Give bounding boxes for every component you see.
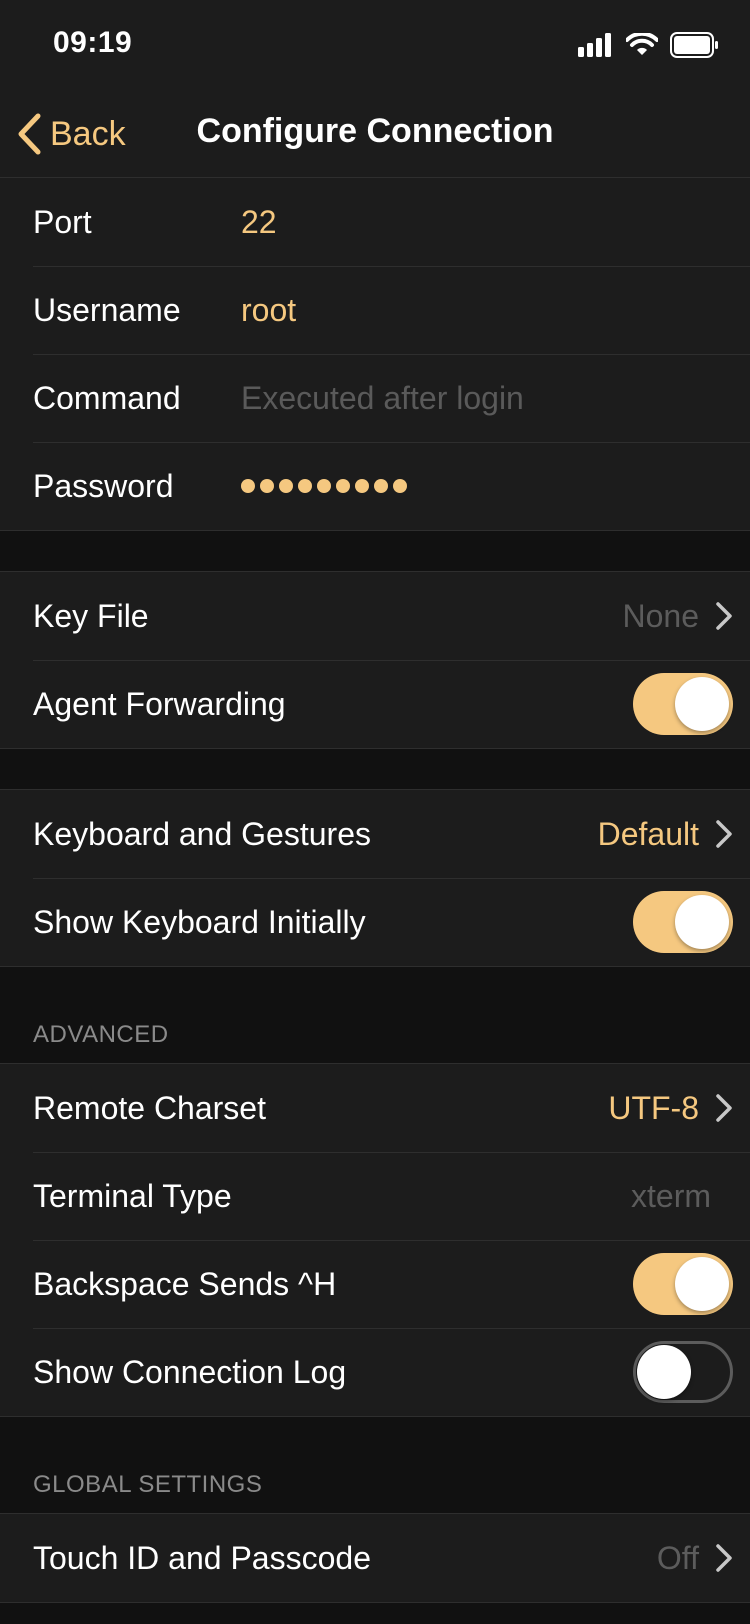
chevron-right-icon: [716, 602, 732, 630]
chevron-right-icon: [716, 1094, 732, 1122]
global-group: Touch ID and Passcode Off: [0, 1513, 750, 1603]
terminal-type-row[interactable]: Terminal Type xterm: [0, 1152, 750, 1240]
password-field[interactable]: [241, 479, 407, 493]
username-field[interactable]: root: [241, 292, 296, 329]
backspace-row: Backspace Sends ^H: [0, 1240, 750, 1328]
page-title: Configure Connection: [196, 112, 554, 150]
connection-log-label: Show Connection Log: [33, 1353, 347, 1390]
connection-log-toggle[interactable]: [633, 1341, 733, 1403]
terminal-type-field[interactable]: xterm: [631, 1178, 711, 1215]
settings-list: Port 22 Username root Command Executed a…: [0, 178, 750, 1603]
toggle-knob: [637, 1345, 691, 1399]
password-dot: [374, 479, 388, 493]
signal-icon: [578, 33, 611, 57]
touch-id-label: Touch ID and Passcode: [33, 1539, 371, 1576]
key-file-row[interactable]: Key File None: [0, 572, 750, 660]
advanced-section-header: ADVANCED: [0, 967, 750, 1063]
command-label: Command: [33, 379, 181, 416]
password-dot: [241, 479, 255, 493]
chevron-right-icon: [716, 820, 732, 848]
advanced-header-label: ADVANCED: [33, 1021, 169, 1048]
navigation-bar: Back Configure Connection: [0, 90, 750, 178]
username-row[interactable]: Username root: [0, 266, 750, 354]
show-keyboard-label: Show Keyboard Initially: [33, 903, 366, 940]
remote-charset-value: UTF-8: [608, 1089, 699, 1126]
battery-icon: [670, 32, 718, 58]
status-bar: 09:19: [0, 0, 750, 90]
status-time: 09:19: [53, 26, 133, 59]
agent-forwarding-label: Agent Forwarding: [33, 685, 286, 722]
command-field[interactable]: Executed after login: [241, 380, 524, 417]
wifi-icon: [626, 33, 658, 55]
password-dot: [393, 479, 407, 493]
port-field[interactable]: 22: [241, 204, 277, 241]
password-dot: [279, 479, 293, 493]
agent-forwarding-row: Agent Forwarding: [0, 660, 750, 748]
port-row[interactable]: Port 22: [0, 178, 750, 266]
touch-id-value: Off: [656, 1539, 699, 1576]
keyboard-gestures-row[interactable]: Keyboard and Gestures Default: [0, 790, 750, 878]
command-row[interactable]: Command Executed after login: [0, 354, 750, 442]
global-header-label: GLOBAL SETTINGS: [33, 1471, 263, 1498]
password-row[interactable]: Password: [0, 442, 750, 530]
backspace-label: Backspace Sends ^H: [33, 1265, 337, 1302]
show-keyboard-toggle[interactable]: [633, 891, 733, 953]
username-label: Username: [33, 291, 181, 328]
toggle-knob: [675, 1257, 729, 1311]
keyboard-group: Keyboard and Gestures Default Show Keybo…: [0, 789, 750, 967]
show-keyboard-row: Show Keyboard Initially: [0, 878, 750, 966]
password-dot: [298, 479, 312, 493]
backspace-toggle[interactable]: [633, 1253, 733, 1315]
status-icons: [578, 30, 720, 60]
password-label: Password: [33, 467, 174, 504]
auth-group: Key File None Agent Forwarding: [0, 571, 750, 749]
touch-id-row[interactable]: Touch ID and Passcode Off: [0, 1514, 750, 1602]
password-dot: [260, 479, 274, 493]
remote-charset-label: Remote Charset: [33, 1089, 266, 1126]
password-dot: [317, 479, 331, 493]
connection-log-row: Show Connection Log: [0, 1328, 750, 1416]
keyboard-gestures-value: Default: [597, 815, 699, 852]
keyboard-gestures-label: Keyboard and Gestures: [33, 815, 371, 852]
toggle-knob: [675, 677, 729, 731]
advanced-group: Remote Charset UTF-8 Terminal Type xterm…: [0, 1063, 750, 1417]
password-dot: [336, 479, 350, 493]
agent-forwarding-toggle[interactable]: [633, 673, 733, 735]
key-file-label: Key File: [33, 597, 149, 634]
remote-charset-row[interactable]: Remote Charset UTF-8: [0, 1064, 750, 1152]
terminal-type-label: Terminal Type: [33, 1177, 232, 1214]
global-section-header: GLOBAL SETTINGS: [0, 1417, 750, 1513]
connection-group: Port 22 Username root Command Executed a…: [0, 178, 750, 531]
chevron-right-icon: [716, 1544, 732, 1572]
key-file-value: None: [622, 597, 700, 634]
toggle-knob: [675, 895, 729, 949]
port-label: Port: [33, 203, 92, 240]
password-dot: [355, 479, 369, 493]
